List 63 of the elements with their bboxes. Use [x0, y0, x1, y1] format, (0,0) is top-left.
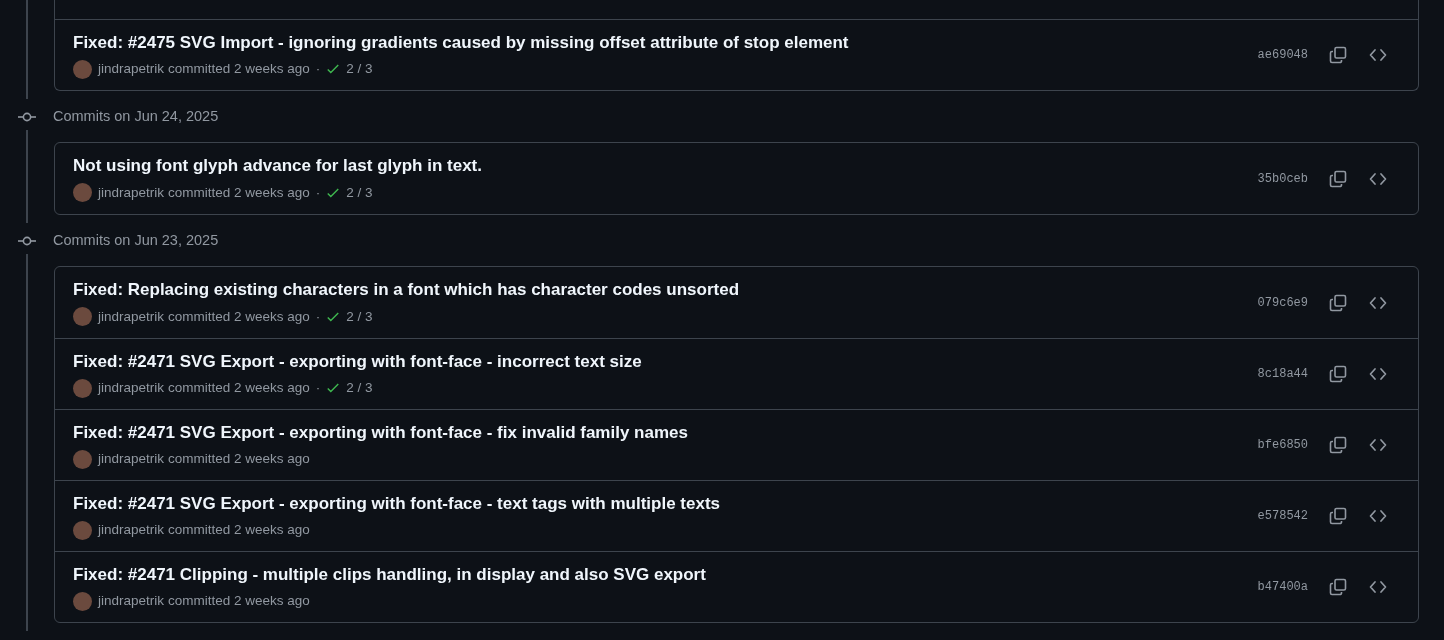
code-icon [1369, 295, 1387, 310]
check-icon[interactable] [326, 62, 341, 76]
code-icon [1369, 509, 1387, 523]
separator: · [315, 183, 321, 202]
code-icon [1369, 367, 1387, 381]
author-link[interactable]: jindrapetrik [98, 183, 165, 202]
checks-count[interactable]: 2 / 3 [346, 183, 373, 202]
separator: · [315, 307, 321, 326]
commit-title[interactable]: Not using font glyph advance for last glyph in text. [73, 155, 1258, 177]
separator: · [315, 379, 321, 397]
commit-time: committed 2 weeks ago [168, 60, 310, 78]
date-heading: Commits on Jun 24, 2025 [53, 107, 219, 127]
commit-time: committed 2 weeks ago [168, 183, 310, 202]
commit-title[interactable]: Fixed: #2471 SVG Export - exporting with font-face - incorrect text size [73, 350, 1258, 373]
commit-hash[interactable]: b47400a [1257, 578, 1308, 596]
avatar[interactable] [73, 307, 92, 326]
avatar[interactable] [73, 59, 92, 79]
code-icon [1369, 171, 1387, 186]
separator: · [315, 60, 321, 78]
author-link[interactable]: jindrapetrik [98, 592, 165, 610]
commit-time: committed 2 weeks ago [168, 521, 310, 539]
checks-count[interactable]: 2 / 3 [346, 379, 373, 397]
commit-title[interactable]: Fixed: #2475 SVG Import - ignoring gradients caused by missing offset attribute of stop element [73, 31, 1258, 54]
author-link[interactable]: jindrapetrik [98, 379, 165, 397]
code-icon [1369, 580, 1387, 594]
check-icon[interactable] [326, 381, 341, 395]
copy-icon [1329, 46, 1347, 64]
author-link[interactable]: jindrapetrik [98, 60, 165, 78]
avatar[interactable] [73, 520, 92, 540]
copy-icon [1329, 507, 1347, 525]
copy-icon [1329, 365, 1347, 383]
commit-title[interactable]: Fixed: #2471 SVG Export - exporting with font-face - text tags with multiple texts [73, 492, 1258, 515]
commit-title[interactable]: Fixed: #2471 SVG Export - exporting with font-face - fix invalid family names [73, 421, 1258, 444]
commit-hash[interactable]: ae69048 [1257, 46, 1308, 64]
checks-count[interactable]: 2 / 3 [346, 60, 373, 78]
checks-count[interactable]: 2 / 3 [346, 307, 373, 326]
commit-time: committed 2 weeks ago [168, 379, 310, 397]
commit-title[interactable]: Fixed: #2471 Clipping - multiple clips handling, in display and also SVG export [73, 563, 1258, 586]
author-link[interactable]: jindrapetrik [98, 521, 165, 539]
copy-icon [1329, 293, 1347, 312]
commit-icon [18, 236, 36, 246]
author-link[interactable]: jindrapetrik [98, 450, 165, 468]
code-icon [1369, 438, 1387, 452]
commit-time: committed 2 weeks ago [168, 450, 310, 468]
commit-hash[interactable]: 8c18a44 [1257, 365, 1308, 383]
avatar[interactable] [73, 378, 92, 398]
commit-hash[interactable]: bfe6850 [1257, 436, 1308, 454]
commit-hash[interactable]: 079c6e9 [1257, 293, 1308, 312]
commit-icon [18, 112, 36, 122]
author-link[interactable]: jindrapetrik [98, 307, 165, 326]
copy-icon [1329, 436, 1347, 454]
code-icon [1369, 48, 1387, 62]
copy-icon [1329, 169, 1347, 188]
avatar[interactable] [73, 591, 92, 611]
commit-hash[interactable]: e578542 [1257, 507, 1308, 525]
avatar[interactable] [73, 183, 92, 202]
commit-hash[interactable]: 35b0ceb [1257, 169, 1308, 188]
date-heading: Commits on Jun 23, 2025 [53, 231, 219, 251]
commit-title[interactable]: Fixed: Replacing existing characters in a font which has character codes unsorted [73, 279, 1258, 301]
copy-icon [1329, 578, 1347, 596]
avatar[interactable] [73, 449, 92, 469]
commit-time: committed 2 weeks ago [168, 307, 310, 326]
commit-time: committed 2 weeks ago [168, 592, 310, 610]
